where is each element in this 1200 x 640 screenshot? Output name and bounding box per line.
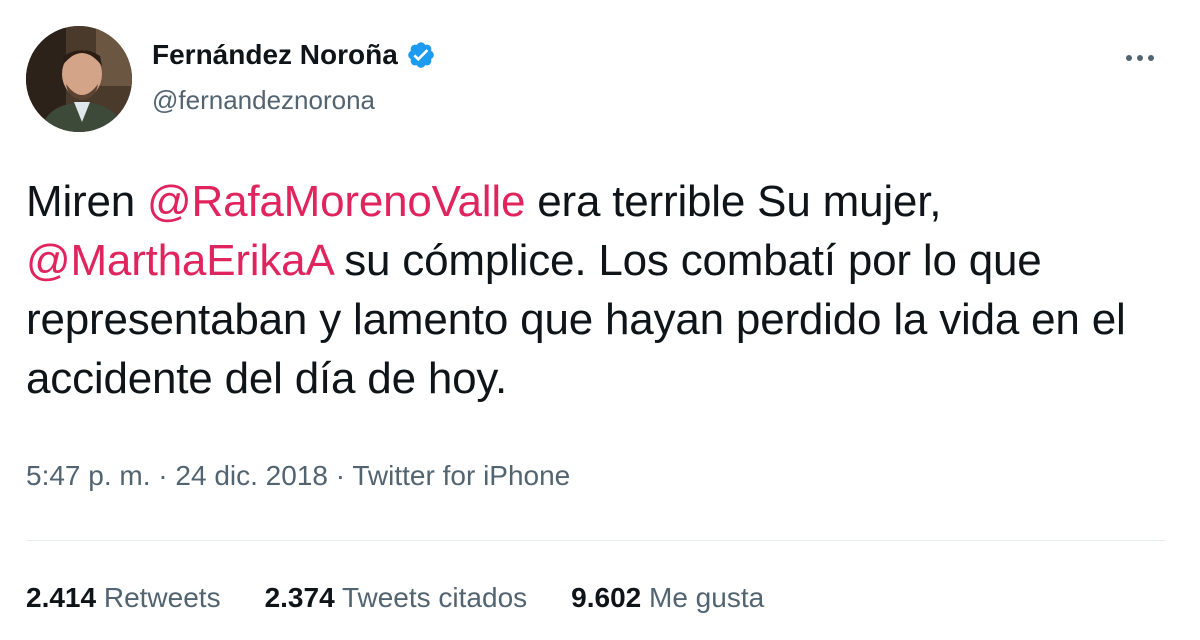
tweet-text-segment: era terrible Su mujer, bbox=[525, 177, 942, 226]
verified-badge-icon bbox=[406, 40, 436, 70]
tweet-meta: 5:47 p. m. · 24 dic. 2018 · Twitter for … bbox=[26, 458, 570, 494]
tweet-stats: 2.414 Retweets 2.374 Tweets citados 9.60… bbox=[26, 580, 808, 616]
retweets-label: Retweets bbox=[103, 582, 221, 613]
tweet-source-link[interactable]: Twitter for iPhone bbox=[352, 460, 570, 491]
tweet-time[interactable]: 5:47 p. m. bbox=[26, 460, 151, 491]
tweet-date[interactable]: 24 dic. 2018 bbox=[175, 460, 328, 491]
more-dot bbox=[1137, 55, 1143, 61]
tweet-text-segment: Miren bbox=[26, 177, 148, 226]
mention-link[interactable]: @MarthaErikaA bbox=[26, 236, 332, 285]
author-display-name[interactable]: Fernández Noroña bbox=[152, 38, 398, 72]
likes-label: Me gusta bbox=[649, 582, 765, 613]
tweet-text: Miren @RafaMorenoValle era terrible Su m… bbox=[26, 172, 1166, 408]
retweets-count: 2.414 bbox=[26, 582, 97, 613]
more-horizontal-icon[interactable] bbox=[1116, 44, 1164, 72]
avatar[interactable] bbox=[26, 26, 132, 132]
retweets-stat[interactable]: 2.414 Retweets bbox=[26, 580, 221, 616]
more-dot bbox=[1148, 55, 1154, 61]
likes-count: 9.602 bbox=[571, 582, 642, 613]
more-dot bbox=[1126, 55, 1132, 61]
quote-tweets-count: 2.374 bbox=[264, 582, 335, 613]
meta-separator: · bbox=[150, 460, 176, 491]
author-display-name-row[interactable]: Fernández Noroña bbox=[152, 38, 436, 72]
quote-tweets-label: Tweets citados bbox=[341, 582, 528, 613]
meta-separator: · bbox=[327, 460, 353, 491]
divider bbox=[26, 540, 1166, 541]
likes-stat[interactable]: 9.602 Me gusta bbox=[571, 580, 764, 616]
quote-tweets-stat[interactable]: 2.374 Tweets citados bbox=[265, 580, 528, 616]
avatar-photo bbox=[26, 26, 132, 132]
mention-link[interactable]: @RafaMorenoValle bbox=[147, 177, 525, 226]
author-handle[interactable]: @fernandeznorona bbox=[152, 84, 375, 116]
